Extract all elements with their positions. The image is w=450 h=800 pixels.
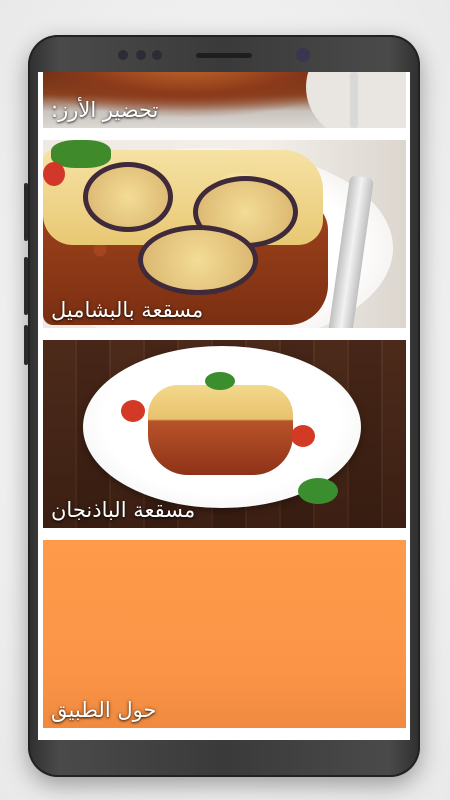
menu-item-eggplant-moussaka[interactable]: مسقعة الباذنجان [43,340,406,528]
menu-item-label: حول الطبيق [51,698,157,722]
menu-item-label: تحضير الأرز: [51,98,159,122]
moussaka-portion-shape [148,385,293,475]
app-screen: تحضير الأرز: مسقعة بالبشاميل مسقعة الباذ… [38,72,410,740]
menu-item-rice[interactable]: تحضير الأرز: [43,72,406,128]
eggplant-slice-shape [83,162,173,232]
front-camera-icon [296,48,310,62]
earpiece-speaker [196,53,252,58]
light-sensor-icon [136,50,146,60]
menu-item-label: مسقعة بالبشاميل [51,298,204,322]
menu-item-about-app[interactable]: حول الطبيق [43,540,406,728]
proximity-sensor-icon [118,50,128,60]
menu-item-moussaka-bechamel[interactable]: مسقعة بالبشاميل [43,140,406,328]
tomato-shape [121,400,145,422]
mockup-stage: تحضير الأرز: مسقعة بالبشاميل مسقعة الباذ… [0,0,450,800]
menu-item-label: مسقعة الباذنجان [51,498,196,522]
tomato-shape [43,162,65,186]
bottom-bezel [38,740,410,774]
phone-frame: تحضير الأرز: مسقعة بالبشاميل مسقعة الباذ… [24,35,420,777]
parsley-garnish-shape [298,478,338,504]
sensor-dot-icon [152,50,162,60]
volume-up-button [24,183,28,241]
eggplant-slice-shape [138,225,258,295]
fork-shape [350,72,358,128]
parsley-garnish-shape [205,372,235,390]
tomato-shape [291,425,315,447]
side-key-button [24,325,28,365]
volume-down-button [24,257,28,315]
